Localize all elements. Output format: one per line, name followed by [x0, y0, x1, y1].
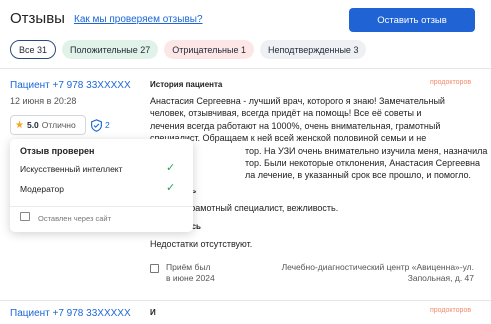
rating-score: 5.0 [26, 120, 39, 130]
rating-verdict: Отлично [41, 120, 76, 130]
clinic-name: Лечебно-диагностический центр «Авиценна»… [281, 262, 474, 272]
disliked-text: Недостатки отсутствуют. [150, 239, 253, 249]
filter-positive[interactable]: Положительные 27 [62, 40, 159, 59]
review-text: Анастасия Сергеевна - лучший врач, котор… [150, 95, 488, 182]
check-icon: ✓ [166, 162, 176, 174]
filter-unverified[interactable]: Неподтвержденные 3 [260, 40, 367, 59]
verified-badge[interactable]: 2 [90, 115, 116, 135]
review-line: Анастасия Сергеевна - лучший врач, котор… [150, 96, 445, 106]
review-line: специалист. Обращаем к ней всей женской … [150, 133, 427, 144]
next-patient-name[interactable]: Пациент +7 978 33XXXXX [10, 308, 131, 319]
popup-item-ai: Искусственный интеллект [20, 164, 123, 174]
verified-count: 2 [105, 120, 110, 130]
calendar-icon [150, 264, 159, 273]
source-logo: продокторов [430, 307, 472, 314]
leave-review-button[interactable]: Оставить отзыв [349, 8, 475, 32]
next-history-label: И [150, 308, 156, 317]
page-title: Отзывы [10, 10, 65, 27]
review-filters: Все 31 Положительные 27 Отрицательные 1 … [10, 40, 367, 59]
appointment-info: Приём был в июне 2024 [166, 262, 215, 284]
review-line: человек, отзывчивая, всегда придёт на по… [150, 108, 422, 119]
divider [0, 68, 491, 69]
popup-title: Отзыв проверен [20, 146, 95, 156]
filter-all[interactable]: Все 31 [10, 40, 57, 59]
shield-check-icon [91, 118, 102, 132]
appointment-date: в июне 2024 [166, 273, 215, 283]
clinic-address: Запольная, д. 47 [407, 273, 474, 283]
source-logo: продокторов [430, 79, 472, 86]
review-date: 12 июня в 20:28 [10, 96, 77, 106]
popup-item-moderator: Модератор [20, 184, 64, 194]
review-line: лечения всегда работают на 1000%, очень … [150, 120, 441, 131]
filter-negative[interactable]: Отрицательные 1 [164, 40, 254, 59]
patient-name-link[interactable]: Пациент +7 978 33XXXXX [10, 80, 131, 91]
review-line: тор. Были некоторые отклонения, Анастаси… [150, 158, 480, 169]
clinic-link[interactable]: Лечебно-диагностический центр «Авиценна»… [268, 262, 474, 284]
history-label: История пациента [150, 80, 223, 89]
browser-icon [20, 212, 30, 221]
review-line: ла лечение, в указанный срок все прошло,… [150, 170, 471, 181]
how-we-check-link[interactable]: Как мы проверяем отзывы? [74, 14, 203, 25]
appointment-line: Приём был [166, 262, 211, 272]
check-icon: ✓ [166, 182, 176, 194]
divider [0, 300, 491, 301]
verification-popup: Отзыв проверен Искусственный интеллект ✓… [10, 139, 193, 232]
popup-footer: Оставлен через сайт [38, 214, 112, 223]
star-icon: ★ [15, 119, 24, 131]
review-line: тор. На УЗИ очень внимательно изучила ме… [150, 145, 488, 156]
liked-text: грамотный специалист, вежливость. [187, 203, 339, 213]
rating-badge: ★ 5.0 Отлично [10, 115, 86, 135]
divider [10, 206, 193, 207]
